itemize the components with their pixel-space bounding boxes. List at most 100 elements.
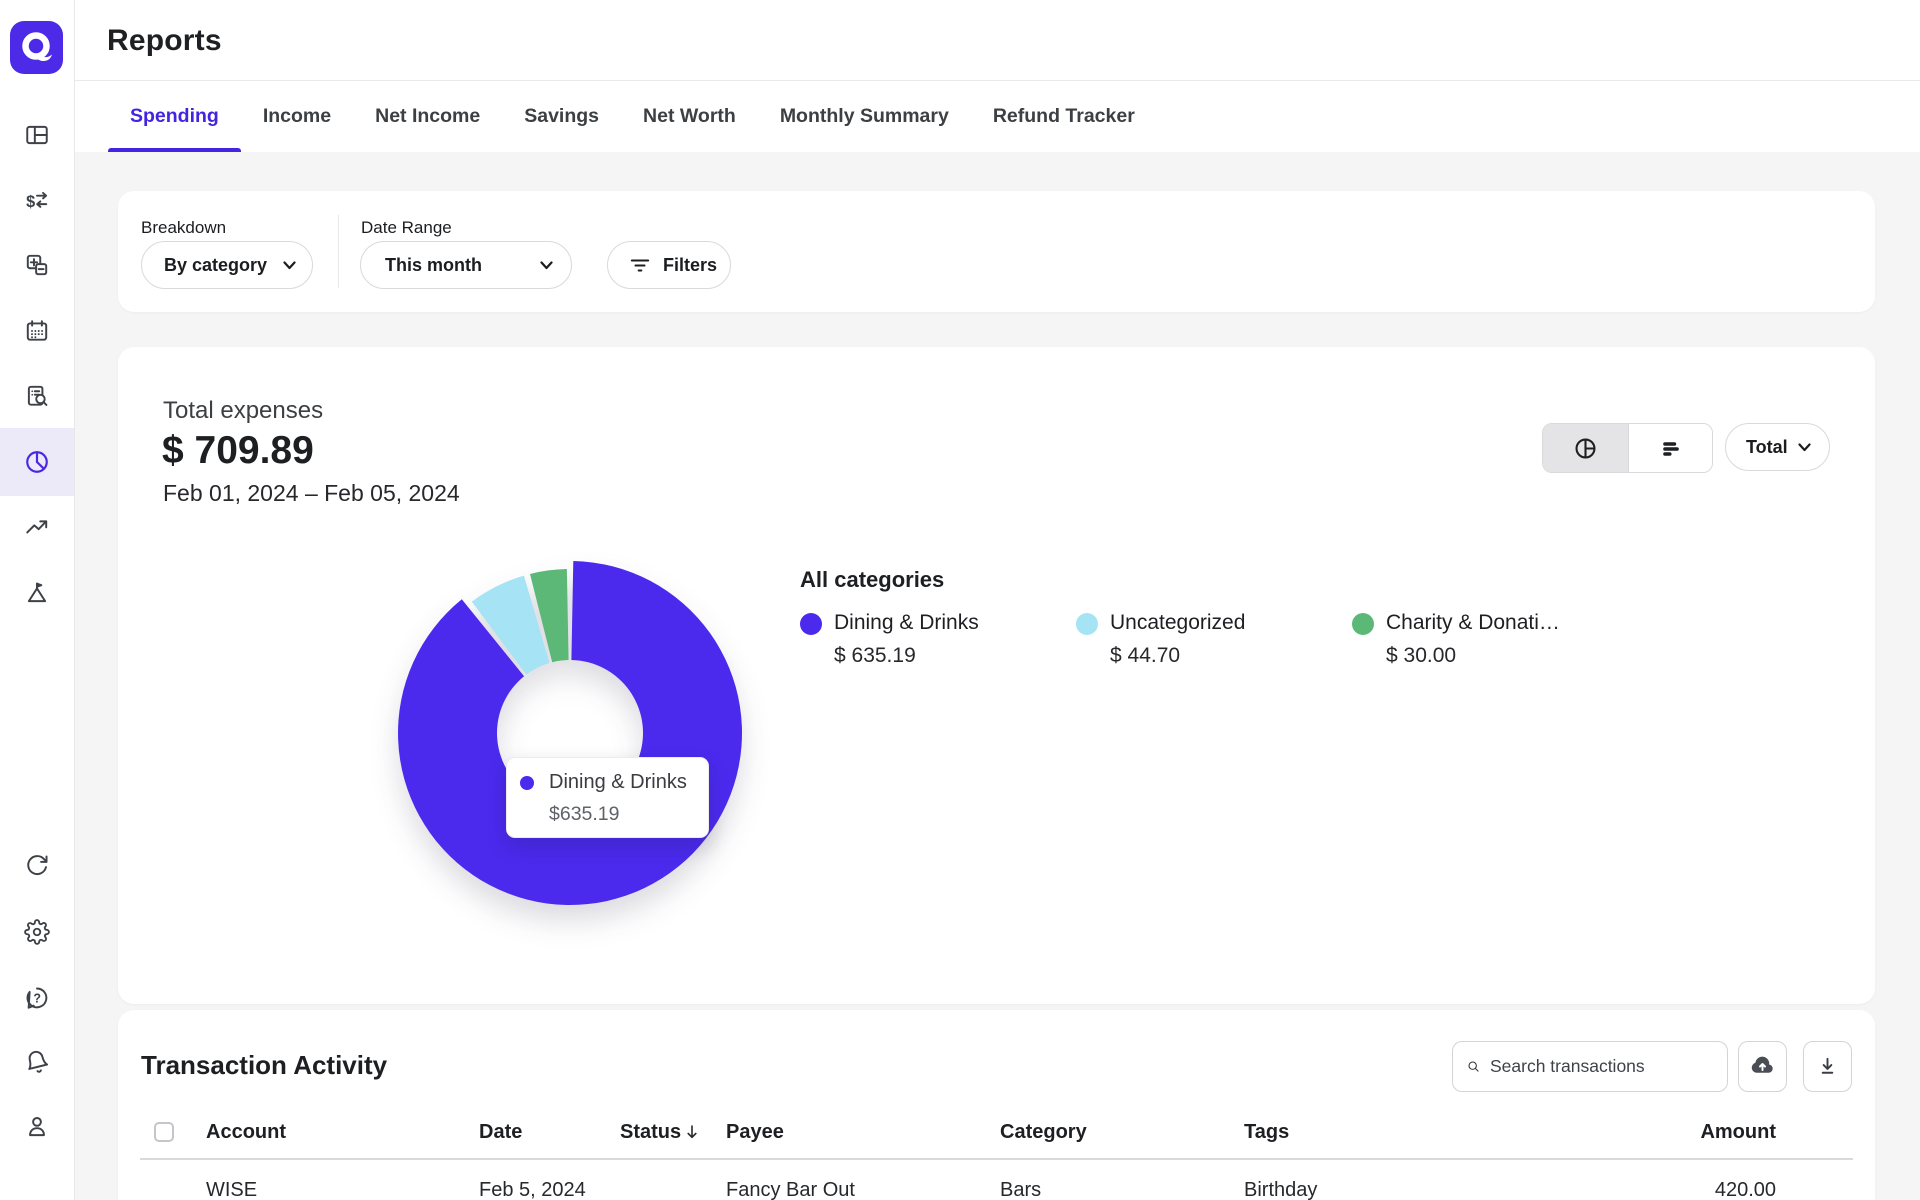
col-date[interactable]: Date xyxy=(479,1121,620,1144)
chevron-down-icon xyxy=(283,260,296,269)
legend-dot-charity xyxy=(1352,613,1374,635)
chevron-down-icon xyxy=(1798,442,1811,451)
top-bar: Reports xyxy=(75,0,1920,81)
total-expenses-label: Total expenses xyxy=(163,397,324,424)
upload-button[interactable] xyxy=(1738,1041,1787,1092)
tooltip-category-label: Dining & Drinks xyxy=(549,771,687,793)
report-search-icon xyxy=(27,385,48,406)
tab-income[interactable]: Income xyxy=(241,81,353,152)
tab-net-income[interactable]: Net Income xyxy=(353,81,502,152)
chevron-down-icon xyxy=(540,260,553,269)
tab-net-worth[interactable]: Net Worth xyxy=(621,81,758,152)
accounts-icon xyxy=(26,254,48,276)
date-range-select[interactable]: This month xyxy=(360,241,572,289)
mountain-flag-icon xyxy=(27,582,47,603)
col-amount[interactable]: Amount xyxy=(1676,1121,1776,1144)
sidebar-item-accounts[interactable] xyxy=(24,252,50,278)
sidebar-item-bills[interactable] xyxy=(24,383,50,409)
app-root: $ ? Reports Spending Income Net Income S… xyxy=(0,0,1920,1200)
legend-dot-dining xyxy=(800,613,822,635)
transaction-table: Account Date Status Payee Category Tags … xyxy=(140,1106,1853,1200)
legend-item-uncategorized: Uncategorized $ 44.70 xyxy=(1076,611,1245,668)
tab-spending[interactable]: Spending xyxy=(108,81,241,152)
gear-icon xyxy=(24,919,50,945)
breakdown-value: By category xyxy=(164,254,268,275)
help-icon: ? xyxy=(26,987,48,1009)
refresh-button[interactable] xyxy=(24,853,50,879)
cloud-upload-icon xyxy=(1751,1056,1773,1073)
sort-down-icon xyxy=(687,1125,697,1139)
svg-text:$: $ xyxy=(26,193,35,211)
trend-chart-icon xyxy=(26,520,48,534)
transaction-activity-title: Transaction Activity xyxy=(141,1050,388,1080)
tab-savings[interactable]: Savings xyxy=(502,81,621,152)
tooltip-category-dot xyxy=(520,775,534,790)
bar-chart-icon xyxy=(1662,441,1679,456)
sidebar-item-transactions[interactable]: $ xyxy=(24,187,50,213)
tooltip-value: $635.19 xyxy=(549,803,620,825)
app-logo[interactable] xyxy=(10,21,63,74)
content-area: Breakdown By category Date Range This mo… xyxy=(75,152,1920,1200)
total-view-select[interactable]: Total xyxy=(1725,423,1830,471)
legend-item-dining: Dining & Drinks $ 635.19 xyxy=(800,611,979,668)
bell-icon xyxy=(28,1050,49,1073)
cell-tags: Birthday xyxy=(1244,1178,1318,1200)
main-area: Reports Spending Income Net Income Savin… xyxy=(75,0,1920,1200)
table-row[interactable]: WISE Feb 5, 2024 Fancy Bar Out Bars Birt… xyxy=(140,1160,1853,1200)
col-payee[interactable]: Payee xyxy=(726,1121,1000,1144)
pie-chart-icon xyxy=(26,451,48,473)
chart-type-toggle xyxy=(1542,423,1713,473)
filters-button[interactable]: Filters xyxy=(607,241,731,289)
download-icon xyxy=(1821,1057,1834,1074)
cell-date: Feb 5, 2024 xyxy=(479,1178,586,1200)
donut-slice[interactable] xyxy=(398,561,743,905)
simplifi-q-icon xyxy=(22,32,52,62)
cell-payee: Fancy Bar Out xyxy=(726,1178,855,1200)
sidebar-item-calendar[interactable] xyxy=(24,318,50,344)
profile-button[interactable] xyxy=(24,1113,50,1139)
refresh-icon xyxy=(27,855,48,876)
col-tags[interactable]: Tags xyxy=(1244,1121,1676,1144)
date-range-value: This month xyxy=(385,254,482,275)
report-tabs: Spending Income Net Income Savings Net W… xyxy=(75,81,1920,152)
col-status[interactable]: Status xyxy=(620,1121,726,1144)
spending-report-card: Total expenses $ 709.89 Feb 01, 2024 – F… xyxy=(118,347,1875,1004)
sidebar: $ ? xyxy=(0,0,75,1200)
col-category[interactable]: Category xyxy=(1000,1121,1244,1144)
chart-tooltip: Dining & Drinks $635.19 xyxy=(506,757,709,838)
legend-dot-uncategorized xyxy=(1076,613,1098,635)
page-title: Reports xyxy=(107,24,222,57)
cell-amount: 420.00 xyxy=(1714,1178,1776,1200)
select-all-checkbox[interactable] xyxy=(154,1122,174,1142)
profile-icon xyxy=(29,1117,45,1137)
transaction-search[interactable] xyxy=(1452,1041,1728,1092)
report-period: Feb 01, 2024 – Feb 05, 2024 xyxy=(163,480,460,506)
pie-view-button[interactable] xyxy=(1543,424,1628,472)
tab-refund-tracker[interactable]: Refund Tracker xyxy=(971,81,1157,152)
filters-button-label: Filters xyxy=(663,254,718,275)
money-transfer-icon: $ xyxy=(26,191,48,211)
tab-monthly-summary[interactable]: Monthly Summary xyxy=(758,81,971,152)
sidebar-item-investments[interactable] xyxy=(24,514,50,540)
help-button[interactable]: ? xyxy=(24,985,50,1011)
pie-chart-icon xyxy=(1575,437,1596,459)
breakdown-select[interactable]: By category xyxy=(141,241,313,289)
legend-title: All categories xyxy=(800,567,945,592)
search-input[interactable] xyxy=(1490,1056,1715,1077)
breakdown-label: Breakdown xyxy=(141,218,227,237)
bar-view-button[interactable] xyxy=(1627,424,1712,472)
spending-donut-chart[interactable] xyxy=(370,533,770,933)
col-account[interactable]: Account xyxy=(206,1121,479,1144)
sidebar-item-reports[interactable] xyxy=(24,449,50,475)
total-expenses-amount: $ 709.89 xyxy=(162,429,314,472)
dashboard-icon xyxy=(26,125,48,145)
calendar-icon xyxy=(26,320,48,341)
sidebar-item-goals[interactable] xyxy=(24,580,50,606)
filter-icon xyxy=(630,259,650,272)
download-button[interactable] xyxy=(1803,1041,1852,1092)
notifications-button[interactable] xyxy=(24,1049,50,1075)
cell-category: Bars xyxy=(1000,1178,1042,1200)
settings-button[interactable] xyxy=(24,919,50,945)
sidebar-item-dashboard[interactable] xyxy=(24,122,50,148)
table-header-row: Account Date Status Payee Category Tags … xyxy=(140,1106,1853,1160)
